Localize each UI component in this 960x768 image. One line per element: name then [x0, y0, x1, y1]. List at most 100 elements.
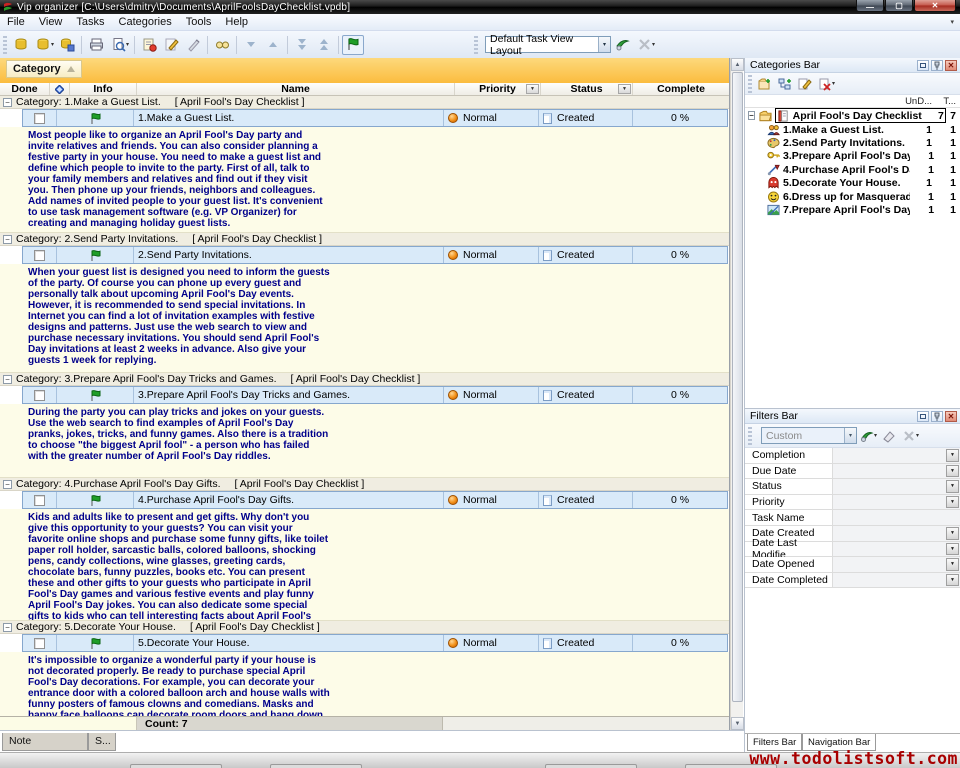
done-checkbox[interactable]	[34, 495, 45, 506]
move-bottom-icon[interactable]	[291, 35, 313, 55]
status-filter-dropdown-icon[interactable]: ▼	[618, 84, 631, 94]
dropdown-icon[interactable]: ▼	[946, 496, 959, 509]
scrollbar-thumb[interactable]	[732, 72, 743, 702]
column-total[interactable]: T...	[932, 96, 956, 107]
column-header-done[interactable]: Done	[0, 83, 50, 95]
dropdown-icon[interactable]: ▼	[946, 558, 959, 571]
tree-item-tricks[interactable]: 3.Prepare April Fool's Day T 1 1	[745, 150, 960, 163]
edit-category-icon[interactable]	[795, 75, 815, 93]
tree-item-masquerade[interactable]: 6.Dress up for Masquerade. 1 1	[745, 190, 960, 203]
filter-value-field[interactable]: ▼	[833, 557, 960, 572]
task-row[interactable]: 5.Decorate Your House. Normal Created 0 …	[22, 634, 728, 652]
scroll-down-icon[interactable]: ▼	[731, 717, 744, 730]
filter-value-field[interactable]: ▼	[833, 495, 960, 510]
move-top-icon[interactable]	[313, 35, 335, 55]
minimize-button[interactable]: —	[856, 0, 884, 12]
dropdown-icon[interactable]: ▼	[946, 574, 959, 587]
collapse-icon[interactable]: −	[3, 98, 12, 107]
done-checkbox[interactable]	[34, 113, 45, 124]
categories-toolbar-overflow-icon[interactable]: ▾	[832, 80, 835, 87]
notification-flag-icon[interactable]	[342, 35, 364, 55]
column-header-priority[interactable]: Priority▼	[455, 83, 541, 95]
view-notes-icon[interactable]	[211, 35, 233, 55]
print-icon[interactable]	[85, 35, 107, 55]
filter-value-field[interactable]: ▼	[833, 573, 960, 588]
tree-item-gifts[interactable]: 4.Purchase April Fool's Day 1 1	[745, 163, 960, 176]
apply-filter-dropdown-icon[interactable]: ▾	[874, 432, 877, 439]
category-header-row[interactable]: − Category: 4.Purchase April Fool's Day …	[0, 478, 729, 491]
task-row[interactable]: 1.Make a Guest List. Normal Created 0 %	[22, 109, 728, 127]
tree-item-guest-list[interactable]: 1.Make a Guest List. 1 1	[745, 123, 960, 136]
menu-view[interactable]: View	[32, 15, 70, 29]
new-task-icon[interactable]	[138, 35, 160, 55]
tree-item-invitations[interactable]: 2.Send Party Invitations. 1 1	[745, 136, 960, 149]
collapse-icon[interactable]: −	[3, 480, 12, 489]
edit-task-icon[interactable]	[160, 35, 182, 55]
print-preview-icon[interactable]	[107, 35, 129, 55]
filter-value-field[interactable]: ▼	[833, 464, 960, 479]
grid-vertical-scrollbar[interactable]: ▲ ▼	[730, 58, 743, 730]
collapse-icon[interactable]: −	[748, 111, 755, 120]
filter-value-field[interactable]	[833, 510, 960, 525]
panel-restore-icon[interactable]	[917, 411, 929, 422]
filter-value-field[interactable]: ▼	[833, 448, 960, 463]
collapse-icon[interactable]: −	[3, 375, 12, 384]
tree-item-fools-food[interactable]: 7.Prepare April Fool's Day F 1 1	[745, 203, 960, 216]
category-header-row[interactable]: − Category: 5.Decorate Your House. [ Apr…	[0, 621, 729, 634]
column-header-complete[interactable]: Complete	[633, 83, 729, 95]
done-checkbox[interactable]	[34, 250, 45, 261]
category-header-row[interactable]: − Category: 2.Send Party Invitations. [ …	[0, 233, 729, 246]
new-subcategory-icon[interactable]	[775, 75, 795, 93]
column-header-status[interactable]: Status▼	[541, 83, 633, 95]
panel-pin-icon[interactable]	[931, 411, 943, 422]
panel-close-icon[interactable]: ✕	[945, 60, 957, 71]
close-button[interactable]: ✕	[914, 0, 956, 12]
tab-s[interactable]: S...	[88, 733, 116, 751]
open-database-icon[interactable]	[32, 35, 54, 55]
panel-close-icon[interactable]: ✕	[945, 411, 957, 422]
save-database-icon[interactable]	[56, 35, 78, 55]
collapse-icon[interactable]: −	[3, 623, 12, 632]
priority-filter-dropdown-icon[interactable]: ▼	[526, 84, 539, 94]
delete-layout-icon[interactable]	[633, 35, 655, 55]
filter-value-field[interactable]: ▼	[833, 479, 960, 494]
column-undone[interactable]: UnD...	[902, 96, 932, 107]
filter-value-field[interactable]: ▼	[833, 526, 960, 541]
delete-task-icon[interactable]	[182, 35, 204, 55]
column-header-priority-icon[interactable]	[50, 83, 70, 95]
dropdown-icon[interactable]: ▼	[946, 465, 959, 478]
task-row[interactable]: 4.Purchase April Fool's Day Gifts. Norma…	[22, 491, 728, 509]
combo-dropdown-icon[interactable]: ▾	[844, 428, 856, 443]
dropdown-icon[interactable]: ▼	[946, 527, 959, 540]
apply-layout-icon[interactable]	[611, 35, 633, 55]
panel-pin-icon[interactable]	[931, 60, 943, 71]
task-view-layout-combo[interactable]: Default Task View Layout ▾	[485, 36, 611, 53]
filters-toolbar-overflow-icon[interactable]: ▾	[916, 432, 919, 439]
tab-note[interactable]: Note	[2, 733, 88, 751]
filter-value-field[interactable]: ▼	[833, 542, 960, 557]
filter-preset-combo[interactable]: Custom ▾	[761, 427, 857, 444]
clear-filter-eraser-icon[interactable]	[879, 427, 899, 445]
tree-root-checklist[interactable]: − April Fool's Day Checklist 7 7	[745, 108, 960, 123]
menu-categories[interactable]: Categories	[112, 15, 179, 29]
column-header-info[interactable]: Info	[70, 83, 137, 95]
menu-help[interactable]: Help	[218, 15, 255, 29]
menu-tasks[interactable]: Tasks	[69, 15, 111, 29]
collapse-icon[interactable]: −	[3, 235, 12, 244]
new-database-icon[interactable]	[10, 35, 32, 55]
panel-restore-icon[interactable]	[917, 60, 929, 71]
dropdown-icon[interactable]: ▼	[946, 480, 959, 493]
new-category-icon[interactable]	[755, 75, 775, 93]
category-header-row[interactable]: − Category: 3.Prepare April Fool's Day T…	[0, 373, 729, 386]
task-row[interactable]: 3.Prepare April Fool's Day Tricks and Ga…	[22, 386, 728, 404]
scroll-up-icon[interactable]: ▲	[731, 58, 744, 71]
group-by-category-button[interactable]: Category	[6, 60, 82, 78]
done-checkbox[interactable]	[34, 390, 45, 401]
move-down-icon[interactable]	[240, 35, 262, 55]
dropdown-icon[interactable]: ▼	[946, 449, 959, 462]
dropdown-icon[interactable]: ▼	[946, 543, 959, 556]
move-up-icon[interactable]	[262, 35, 284, 55]
done-checkbox[interactable]	[34, 638, 45, 649]
menu-tools[interactable]: Tools	[179, 15, 219, 29]
maximize-button[interactable]: ▢	[885, 0, 913, 12]
